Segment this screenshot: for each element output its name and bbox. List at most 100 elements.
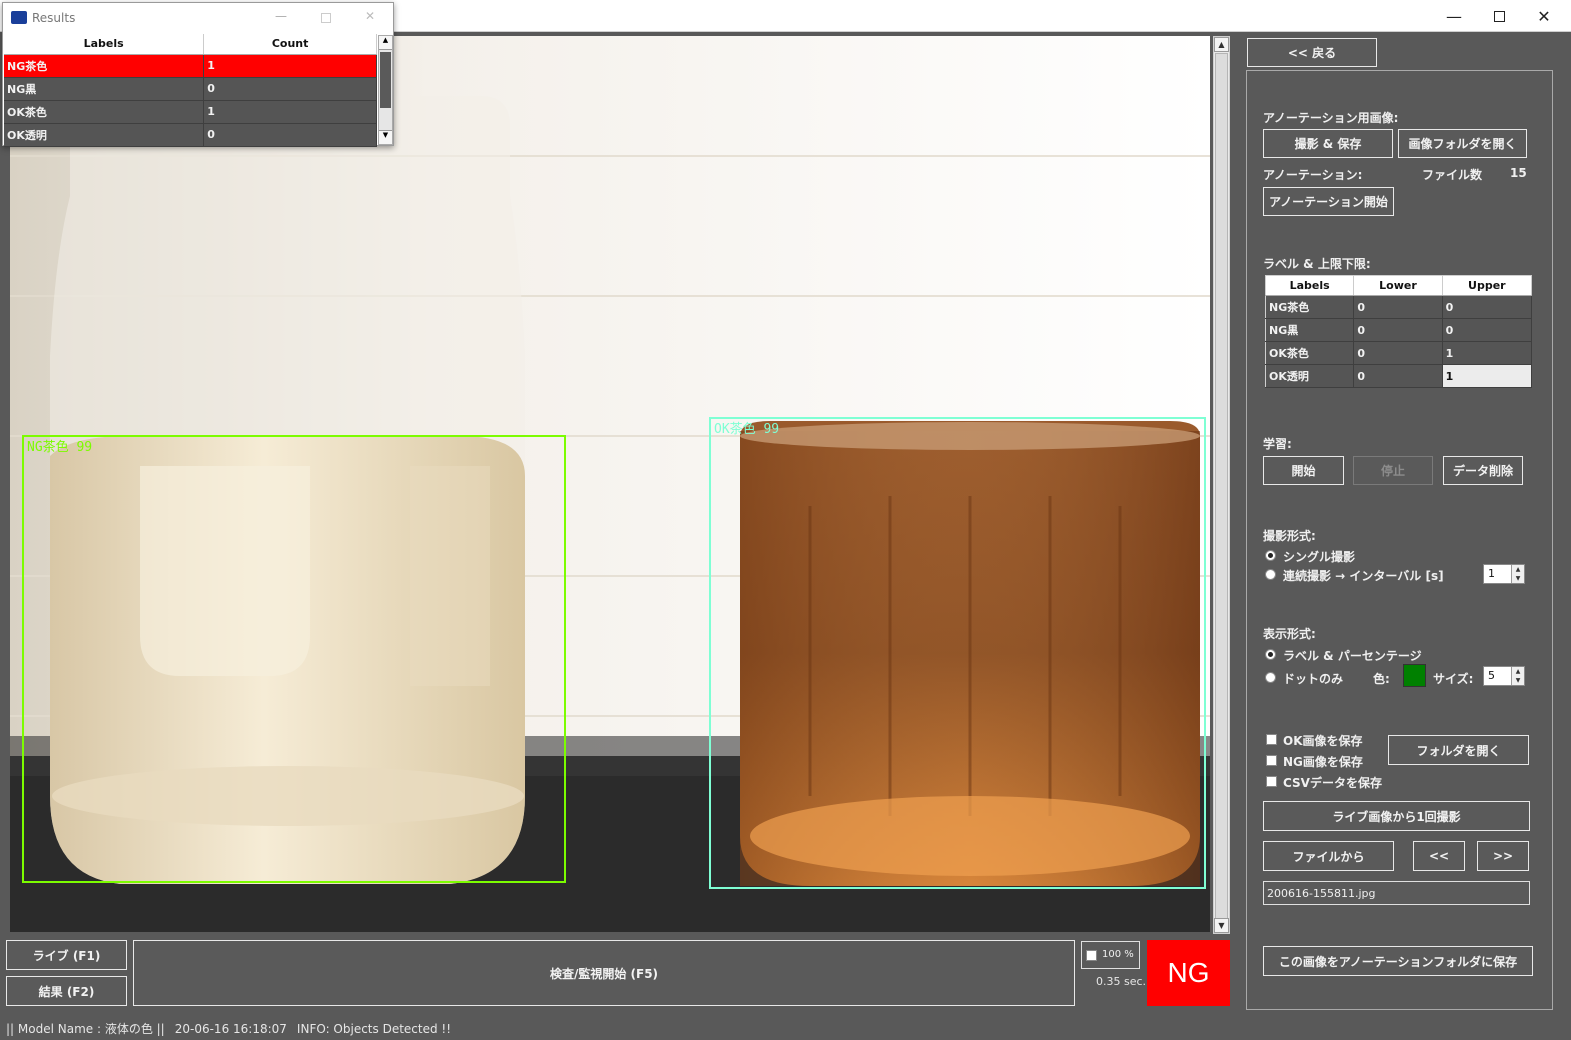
results-window[interactable]: Results — ✕ Labels Count NG茶色 1 NG黒 0 OK… bbox=[2, 2, 394, 147]
verdict-indicator: NG bbox=[1147, 940, 1230, 1006]
scroll-thumb[interactable] bbox=[1215, 53, 1228, 919]
scroll-down-button[interactable]: ▼ bbox=[1214, 918, 1229, 933]
label-percentage-label: ラベル & パーセンテージ bbox=[1283, 649, 1422, 663]
stepper-down-icon[interactable]: ▼ bbox=[1511, 574, 1524, 583]
app-window: — ✕ NG茶色 99 OK茶色 99 ▲ ▼ Results — ✕ Labe… bbox=[0, 0, 1571, 1040]
table-row[interactable]: NG黒 0 0 bbox=[1265, 318, 1533, 342]
continuous-capture-radio[interactable] bbox=[1265, 569, 1276, 580]
color-label: 色: bbox=[1373, 672, 1390, 686]
label-percentage-radio[interactable] bbox=[1265, 649, 1276, 660]
learning-start-button[interactable]: 開始 bbox=[1263, 456, 1344, 485]
annotation-image-label: アノーテーション用画像: bbox=[1263, 111, 1399, 125]
detection-label-ok: OK茶色 99 bbox=[714, 422, 780, 437]
result-button[interactable]: 結果 (F2) bbox=[6, 976, 127, 1006]
upper-edit-cell[interactable]: 1 bbox=[1442, 364, 1533, 388]
interval-stepper[interactable]: 1 ▲ ▼ bbox=[1483, 564, 1525, 584]
scroll-up-button[interactable]: ▲ bbox=[1214, 37, 1229, 52]
save-csv-label: CSVデータを保存 bbox=[1283, 776, 1382, 790]
capture-save-button[interactable]: 撮影 & 保存 bbox=[1263, 129, 1393, 158]
capture-mode-label: 撮影形式: bbox=[1263, 529, 1316, 543]
learning-label: 学習: bbox=[1263, 437, 1292, 451]
col-labels: Labels bbox=[1265, 275, 1355, 296]
open-folder-button[interactable]: フォルダを開く bbox=[1388, 735, 1529, 765]
label-limits-label: ラベル & 上限下限: bbox=[1263, 257, 1371, 271]
camera-image[interactable]: NG茶色 99 OK茶色 99 bbox=[10, 36, 1210, 932]
table-row[interactable]: OK透明 0 bbox=[4, 123, 377, 147]
save-ng-image-checkbox[interactable] bbox=[1266, 755, 1277, 766]
status-timestamp: 20-06-16 16:18:07 bbox=[174, 1021, 287, 1036]
minimize-icon: — bbox=[1446, 6, 1462, 26]
maximize-button[interactable] bbox=[1476, 0, 1522, 32]
minimize-button[interactable]: — bbox=[1431, 0, 1477, 32]
results-table: Labels Count NG茶色 1 NG黒 0 OK茶色 1 OK透明 0 bbox=[4, 34, 377, 147]
close-button[interactable]: ✕ bbox=[1521, 0, 1567, 32]
results-minimize-icon[interactable]: — bbox=[275, 9, 287, 23]
prev-image-button[interactable]: << bbox=[1413, 841, 1465, 871]
interval-value: 1 bbox=[1488, 567, 1495, 580]
back-button[interactable]: << 戻る bbox=[1247, 38, 1377, 67]
start-annotation-button[interactable]: アノーテーション開始 bbox=[1263, 187, 1394, 216]
capture-from-live-button[interactable]: ライブ画像から1回撮影 bbox=[1263, 801, 1530, 831]
processing-time: 0.35 sec. bbox=[1096, 975, 1147, 988]
save-ok-image-label: OK画像を保存 bbox=[1283, 734, 1363, 748]
arrow-up-icon[interactable]: ▲ bbox=[379, 36, 392, 50]
live-button[interactable]: ライブ (F1) bbox=[6, 940, 127, 970]
continuous-capture-label: 連続撮影 → インターバル [s] bbox=[1283, 569, 1444, 583]
arrow-down-icon[interactable]: ▼ bbox=[379, 130, 392, 144]
next-image-button[interactable]: >> bbox=[1477, 841, 1529, 871]
from-file-button[interactable]: ファイルから bbox=[1263, 841, 1394, 871]
arrow-up-icon: ▲ bbox=[1218, 40, 1225, 49]
status-bar: || Model Name : 液体の色 || 20-06-16 16:18:0… bbox=[0, 1017, 1571, 1040]
image-scrollbar[interactable]: ▲ ▼ bbox=[1213, 36, 1230, 934]
filename-field[interactable]: 200616-155811.jpg bbox=[1263, 881, 1530, 905]
display-mode-label: 表示形式: bbox=[1263, 627, 1316, 641]
dot-only-label: ドットのみ bbox=[1283, 672, 1344, 686]
save-ok-image-checkbox[interactable] bbox=[1266, 734, 1277, 745]
save-to-annotation-button[interactable]: この画像をアノーテーションフォルダに保存 bbox=[1263, 946, 1533, 976]
limits-table: Labels Lower Upper NG茶色 0 0 NG黒 0 0 OK茶色… bbox=[1265, 275, 1533, 388]
learning-stop-button[interactable]: 停止 bbox=[1353, 456, 1433, 485]
save-csv-checkbox[interactable] bbox=[1266, 776, 1277, 787]
inspect-start-button[interactable]: 検査/監視開始 (F5) bbox=[133, 940, 1075, 1006]
results-maximize-icon[interactable] bbox=[321, 13, 331, 23]
save-ng-image-label: NG画像を保存 bbox=[1283, 755, 1363, 769]
status-model: || Model Name : 液体の色 || bbox=[6, 1022, 165, 1036]
table-row[interactable]: NG茶色 0 0 bbox=[1265, 295, 1533, 319]
results-titlebar[interactable]: Results — ✕ bbox=[3, 3, 393, 33]
single-capture-radio[interactable] bbox=[1265, 550, 1276, 561]
results-scrollbar[interactable]: ▲ ▼ bbox=[378, 35, 393, 145]
dot-only-radio[interactable] bbox=[1265, 672, 1276, 683]
results-close-icon[interactable]: ✕ bbox=[365, 9, 375, 23]
open-image-folder-button[interactable]: 画像フォルダを開く bbox=[1398, 129, 1527, 158]
table-row[interactable]: OK茶色 0 1 bbox=[1265, 341, 1533, 365]
table-row[interactable]: OK茶色 1 bbox=[4, 100, 377, 124]
zoom-checkbox[interactable] bbox=[1086, 950, 1097, 961]
verdict-text: NG bbox=[1167, 957, 1210, 988]
stepper-up-icon[interactable]: ▲ bbox=[1511, 667, 1524, 676]
delete-data-button[interactable]: データ削除 bbox=[1443, 456, 1523, 485]
detection-label-ng: NG茶色 99 bbox=[27, 440, 93, 455]
table-row[interactable]: NG茶色 1 bbox=[4, 54, 377, 78]
col-labels: Labels bbox=[4, 34, 205, 55]
table-row[interactable]: NG黒 0 bbox=[4, 77, 377, 101]
close-icon: ✕ bbox=[1537, 6, 1551, 26]
table-row[interactable]: OK透明 0 1 bbox=[1265, 364, 1533, 388]
status-info: INFO: Objects Detected !! bbox=[296, 1021, 452, 1036]
dot-color-swatch[interactable] bbox=[1403, 664, 1426, 687]
zoom-value: 100 % bbox=[1102, 949, 1134, 960]
single-capture-label: シングル撮影 bbox=[1283, 550, 1356, 564]
scene-illustration bbox=[10, 36, 1210, 932]
stepper-down-icon[interactable]: ▼ bbox=[1511, 676, 1524, 685]
col-count: Count bbox=[203, 34, 377, 55]
annotation-label: アノーテーション: bbox=[1263, 168, 1363, 182]
maximize-icon bbox=[1493, 10, 1505, 22]
size-stepper[interactable]: 5 ▲ ▼ bbox=[1483, 666, 1525, 686]
stepper-up-icon[interactable]: ▲ bbox=[1511, 565, 1524, 574]
size-value: 5 bbox=[1488, 669, 1495, 682]
col-lower: Lower bbox=[1353, 275, 1443, 296]
arrow-down-icon: ▼ bbox=[1218, 921, 1225, 930]
app-logo-icon bbox=[11, 11, 27, 24]
results-scroll-thumb[interactable] bbox=[380, 52, 391, 108]
zoom-toggle[interactable]: 100 % bbox=[1081, 941, 1140, 969]
file-count-value: 15 bbox=[1510, 166, 1527, 180]
